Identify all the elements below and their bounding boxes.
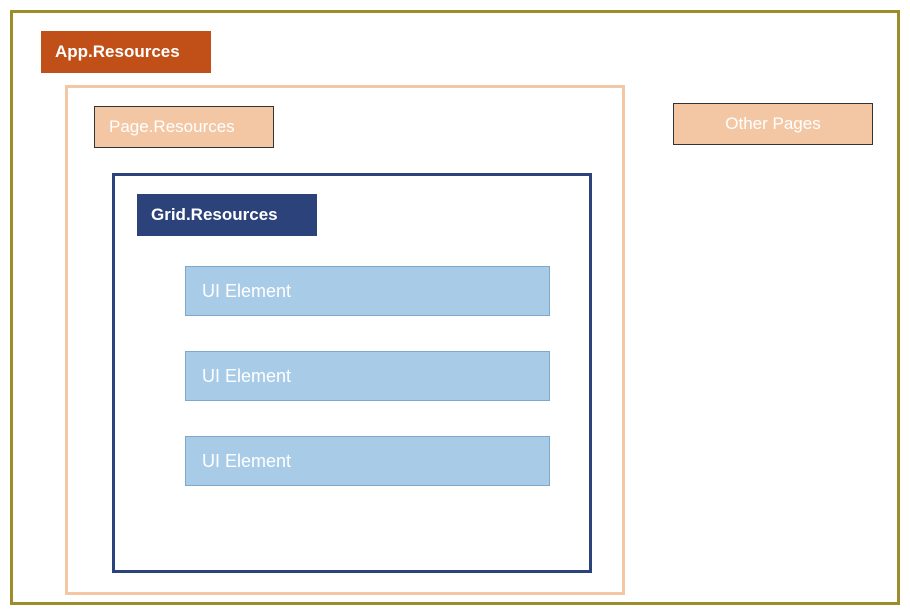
grid-resources-label: Grid.Resources [137, 194, 317, 236]
other-pages-label: Other Pages [673, 103, 873, 145]
ui-element-box: UI Element [185, 436, 550, 486]
app-resources-label: App.Resources [41, 31, 211, 73]
page-resources-label: Page.Resources [94, 106, 274, 148]
ui-element-box: UI Element [185, 351, 550, 401]
ui-element-box: UI Element [185, 266, 550, 316]
grid-resources-container: Grid.Resources UI Element UI Element UI … [112, 173, 592, 573]
app-resources-container: App.Resources Other Pages Page.Resources… [10, 10, 900, 605]
page-resources-container: Page.Resources Grid.Resources UI Element… [65, 85, 625, 595]
